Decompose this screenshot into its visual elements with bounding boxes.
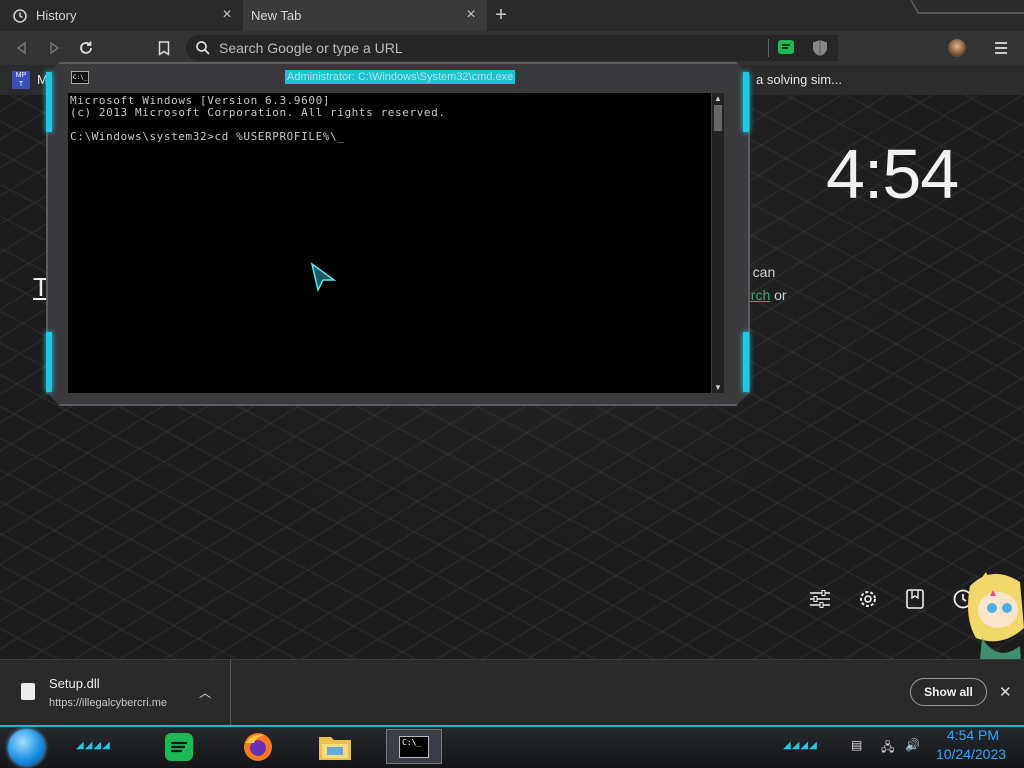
reload-icon[interactable] (74, 36, 98, 60)
avatar[interactable] (948, 39, 966, 57)
tab-history[interactable]: History × (0, 0, 243, 31)
folder-icon[interactable] (307, 729, 363, 764)
ntp-clock: 4:54 (826, 135, 959, 213)
mouse-cursor (310, 262, 336, 292)
console-scrollbar[interactable]: ▲ ▼ (711, 93, 724, 393)
close-icon[interactable]: × (219, 7, 235, 23)
tab-new-tab[interactable]: New Tab × (243, 0, 487, 31)
bookmark-item[interactable]: a solving sim... (756, 72, 842, 87)
taskbar-handle-icon[interactable]: ▤ (851, 738, 862, 752)
omnibox-placeholder: Search Google or type a URL (219, 40, 403, 56)
terminal-icon: C:\_ (399, 735, 429, 758)
back-icon[interactable] (10, 36, 34, 60)
tab-strip: History × New Tab × + (0, 0, 1024, 31)
window-title: Administrator: C:\Windows\System32\cmd.e… (285, 70, 516, 84)
terminal-icon[interactable]: C:\_ (71, 71, 89, 84)
console-line: (c) 2013 Microsoft Corporation. All righ… (70, 106, 446, 119)
scroll-up-icon[interactable]: ▲ (714, 94, 722, 103)
tab-label: History (36, 8, 77, 23)
clock-time[interactable]: 4:54 PM (933, 727, 1013, 743)
menu-icon[interactable] (995, 41, 1007, 55)
console-prompt-line: C:\Windows\system32>cd %USERPROFILE%\_ (70, 130, 345, 143)
window-neon-trim (46, 72, 52, 132)
scroll-thumb[interactable] (714, 105, 722, 131)
forward-icon[interactable] (42, 36, 66, 60)
history-icon (13, 8, 27, 23)
close-icon[interactable]: × (463, 7, 479, 23)
show-all-button[interactable]: Show all (910, 678, 987, 706)
bookmark-favicon: MP T (12, 71, 30, 89)
close-icon[interactable]: ✕ (999, 683, 1012, 701)
clock-date[interactable]: 10/24/2023 (925, 746, 1017, 762)
chevron-up-icon[interactable]: ︿ (199, 684, 211, 701)
taskbar-cmd-button[interactable]: C:\_ (386, 729, 442, 764)
extension-icon[interactable] (777, 39, 795, 57)
omnibox-divider (768, 39, 769, 57)
taskbar-decoration: ◢◢◢◢ (76, 740, 111, 751)
spotify-icon[interactable] (151, 729, 207, 764)
customize-icon[interactable] (807, 586, 833, 612)
start-orb[interactable] (8, 729, 45, 766)
tab-label: New Tab (251, 8, 302, 23)
gear-icon[interactable] (855, 586, 881, 612)
file-icon (21, 683, 35, 700)
network-icon[interactable]: 🖧 (881, 738, 894, 759)
download-source-url: https://illegalcybercri.me (49, 697, 167, 709)
ntp-text-rest: or (770, 287, 787, 303)
bookmark-icon[interactable] (152, 36, 176, 60)
volume-icon[interactable]: 🔊 (905, 738, 920, 752)
window-neon-trim (743, 332, 749, 392)
window-neon-trim (743, 72, 749, 132)
theme-decoration (909, 0, 1024, 14)
shield-icon[interactable] (812, 39, 828, 57)
taskbar-decoration: ◢◢◢◢ (783, 740, 818, 751)
download-filename: Setup.dll (49, 676, 100, 691)
search-icon (196, 41, 210, 55)
reading-list-icon[interactable] (902, 586, 928, 612)
firefox-icon[interactable] (230, 729, 286, 764)
plus-icon[interactable]: + (489, 4, 513, 28)
window-neon-trim (46, 332, 52, 392)
scroll-down-icon[interactable]: ▼ (714, 383, 722, 392)
